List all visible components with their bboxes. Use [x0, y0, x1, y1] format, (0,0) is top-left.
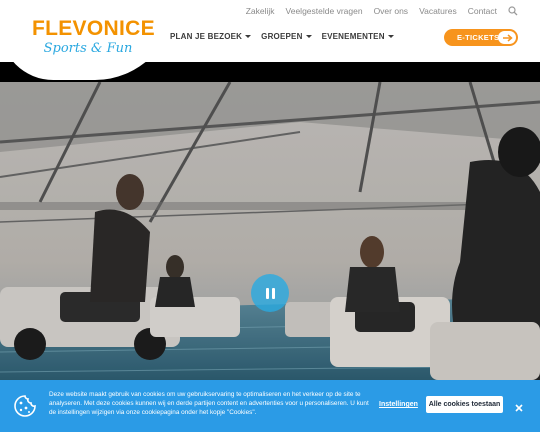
nav-plan-je-bezoek[interactable]: PLAN JE BEZOEK: [170, 32, 252, 41]
cookie-icon: [13, 394, 37, 418]
nav-label: EVENEMENTEN: [321, 32, 385, 41]
karting-scene-image: [0, 82, 540, 380]
nav-label: GROEPEN: [261, 32, 303, 41]
close-icon[interactable]: [514, 400, 524, 412]
logo-tagline: Sports & Fun: [43, 41, 133, 56]
pause-icon: [265, 287, 269, 299]
cookie-settings-link[interactable]: Instellingen: [379, 401, 418, 408]
topnav-link-vacatures[interactable]: Vacatures: [419, 6, 457, 16]
cookie-banner: Deze website maakt gebruik van cookies o…: [0, 380, 540, 432]
logo[interactable]: FLEVONICE Sports & Fun: [32, 17, 155, 57]
chevron-down-icon: [245, 35, 252, 38]
nav-evenementen[interactable]: EVENEMENTEN: [322, 32, 394, 41]
arrow-right-icon: [498, 31, 516, 44]
main-navigation: PLAN JE BEZOEK GROEPEN EVENEMENTEN: [170, 32, 394, 41]
logo-wordmark: FLEVONICE: [32, 17, 155, 40]
e-tickets-button[interactable]: E-TICKETS: [444, 29, 518, 46]
search-icon[interactable]: [508, 6, 518, 16]
topnav-link-over-ons[interactable]: Over ons: [374, 6, 409, 16]
topnav-link-faq[interactable]: Veelgestelde vragen: [286, 6, 363, 16]
pause-icon: [271, 287, 275, 299]
chevron-down-icon: [387, 35, 394, 38]
cookie-message: Deze website maakt gebruik van cookies o…: [49, 391, 369, 416]
top-navigation: Zakelijk Veelgestelde vragen Over ons Va…: [246, 6, 518, 16]
nav-label: PLAN JE BEZOEK: [170, 32, 243, 41]
topnav-link-zakelijk[interactable]: Zakelijk: [246, 6, 275, 16]
chevron-down-icon: [305, 35, 312, 38]
topnav-link-contact[interactable]: Contact: [468, 6, 497, 16]
pause-button[interactable]: [251, 274, 289, 312]
hero-video[interactable]: [0, 62, 540, 380]
accept-all-cookies-button[interactable]: Alle cookies toestaan: [426, 396, 503, 413]
e-tickets-label: E-TICKETS: [457, 33, 500, 42]
nav-groepen[interactable]: GROEPEN: [261, 32, 312, 41]
